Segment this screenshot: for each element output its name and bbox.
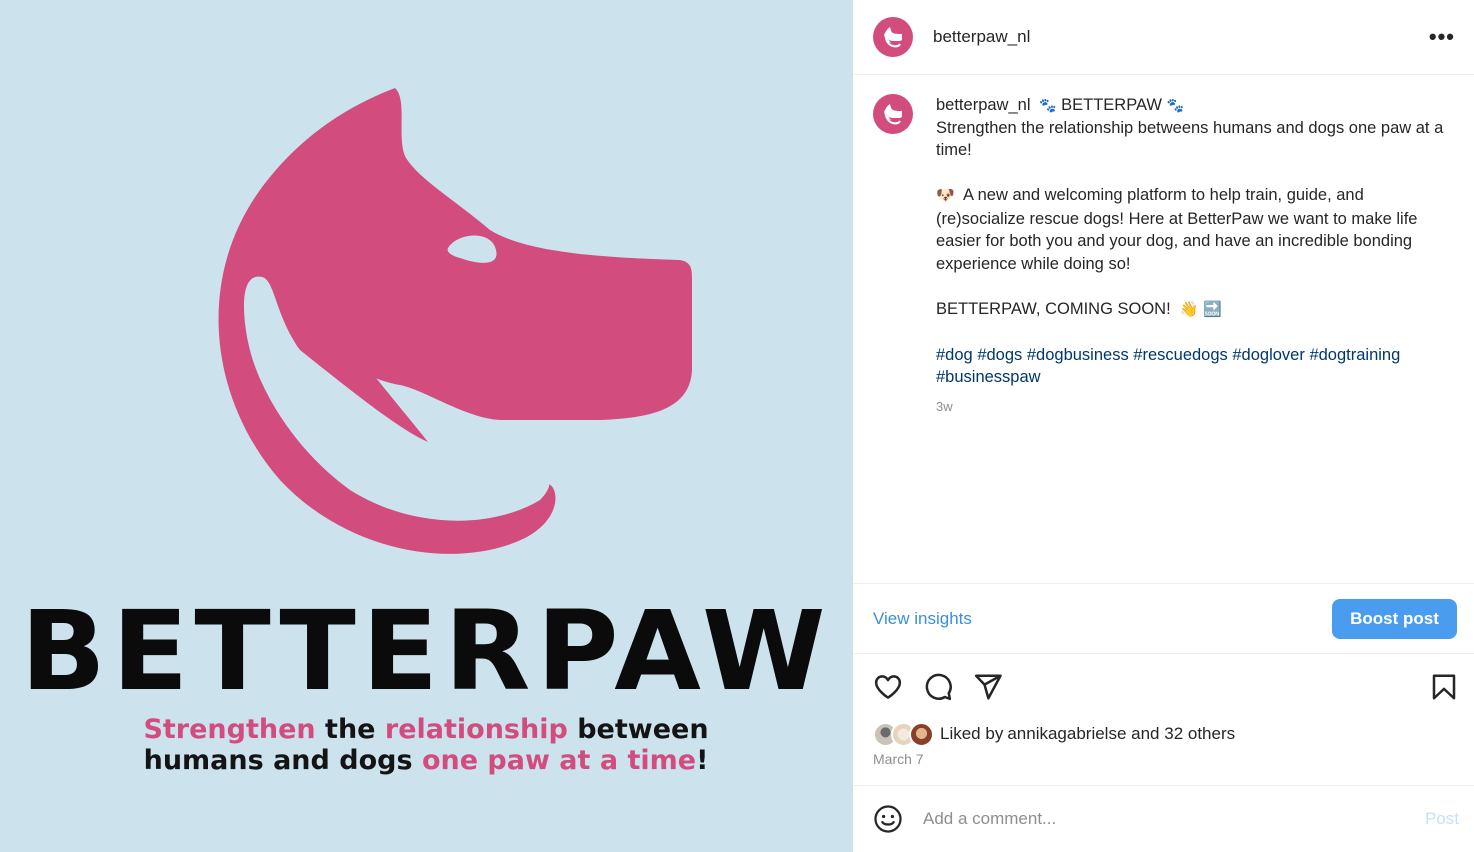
caption-para2: A new and welcoming platform to help tra… <box>936 186 1418 273</box>
caption-text: betterpaw_nl 🐾 BETTERPAW 🐾 Strengthen th… <box>936 94 1456 418</box>
tagline-segment: Strengthen <box>143 714 316 745</box>
liked-by-user[interactable]: annikagabrielse <box>1007 724 1126 744</box>
hashtag-link[interactable]: #businesspaw <box>936 368 1041 386</box>
post-image[interactable]: BETTERPAW Strengthen the relationship be… <box>0 0 852 852</box>
more-options-icon[interactable]: ••• <box>1429 24 1455 50</box>
caption-username[interactable]: betterpaw_nl <box>936 96 1030 114</box>
tagline-line-1: Strengthen the relationship between <box>0 714 852 745</box>
insights-bar: View insights Boost post <box>853 583 1474 654</box>
avatar[interactable] <box>873 17 913 57</box>
dog-logo-icon <box>884 104 902 125</box>
post-comment-button[interactable]: Post <box>1425 809 1459 829</box>
tagline-line-2: humans and dogs one paw at a time! <box>0 745 852 776</box>
dog-logo-icon <box>884 27 902 48</box>
paw-icon: 🐾 <box>1166 97 1184 113</box>
like-button[interactable] <box>873 672 903 702</box>
avatar[interactable] <box>873 94 913 134</box>
soon-arrow-icon: 🔜 <box>1203 300 1222 318</box>
liker-avatars[interactable] <box>873 721 934 747</box>
waving-hand-icon: 👋 <box>1179 300 1199 318</box>
post-date: March 7 <box>873 751 924 767</box>
paw-icon: 🐾 <box>1039 97 1057 113</box>
caption-line1: Strengthen the relationship betweens hum… <box>936 118 1444 160</box>
likes-summary: Liked by annikagabrielse and 32 others <box>873 720 1235 748</box>
save-button[interactable] <box>1429 672 1459 702</box>
brand-tagline: Strengthen the relationship between huma… <box>0 714 852 776</box>
share-button[interactable] <box>973 672 1003 702</box>
liked-by-middle: and <box>1126 724 1165 743</box>
post-age[interactable]: 3w <box>936 396 1456 419</box>
header-username[interactable]: betterpaw_nl <box>933 27 1429 47</box>
action-bar <box>853 668 1474 706</box>
tagline-segment: the <box>315 714 385 745</box>
send-icon <box>974 674 1002 700</box>
liked-by-prefix: Liked by <box>940 724 1004 743</box>
comment-button[interactable] <box>923 672 953 702</box>
hashtag-link[interactable]: #dogtraining <box>1309 346 1400 364</box>
view-insights-link[interactable]: View insights <box>873 609 972 629</box>
hashtag-link[interactable]: #doglover <box>1232 346 1304 364</box>
bookmark-icon <box>1432 674 1456 700</box>
comment-icon <box>925 673 952 701</box>
emoji-icon[interactable] <box>873 804 903 834</box>
hashtag-link[interactable]: #dog <box>936 346 973 364</box>
tagline-segment: ! <box>696 745 709 776</box>
caption-area: betterpaw_nl 🐾 BETTERPAW 🐾 Strengthen th… <box>873 94 1463 418</box>
dog-face-icon: 🐶 <box>936 187 955 204</box>
comment-bar: Post <box>853 785 1474 852</box>
hashtag-list: #dog #dogs #dogbusiness #rescuedogs #dog… <box>936 344 1456 389</box>
boost-post-button[interactable]: Boost post <box>1332 598 1457 639</box>
caption-title: BETTERPAW <box>1061 96 1162 114</box>
hashtag-link[interactable]: #rescuedogs <box>1133 346 1227 364</box>
tagline-segment: relationship <box>384 714 568 745</box>
post-header: betterpaw_nl ••• <box>853 0 1474 75</box>
tagline-segment: between <box>567 714 709 745</box>
liked-by-others[interactable]: 32 others <box>1164 724 1235 744</box>
post-panel: betterpaw_nl ••• betterpaw_nl 🐾 BETTERPA… <box>852 0 1474 852</box>
hashtag-link[interactable]: #dogbusiness <box>1027 346 1129 364</box>
betterpaw-dog-logo <box>218 88 692 554</box>
tagline-segment: humans and dogs <box>143 745 422 776</box>
brand-wordmark: BETTERPAW <box>20 588 832 716</box>
heart-icon <box>874 675 902 699</box>
hashtag-link[interactable]: #dogs <box>977 346 1022 364</box>
avatar <box>909 721 934 747</box>
tagline-segment: one paw at a time <box>421 745 697 776</box>
comment-input[interactable] <box>923 809 1425 829</box>
caption-para3: BETTERPAW, COMING SOON! <box>936 299 1171 318</box>
